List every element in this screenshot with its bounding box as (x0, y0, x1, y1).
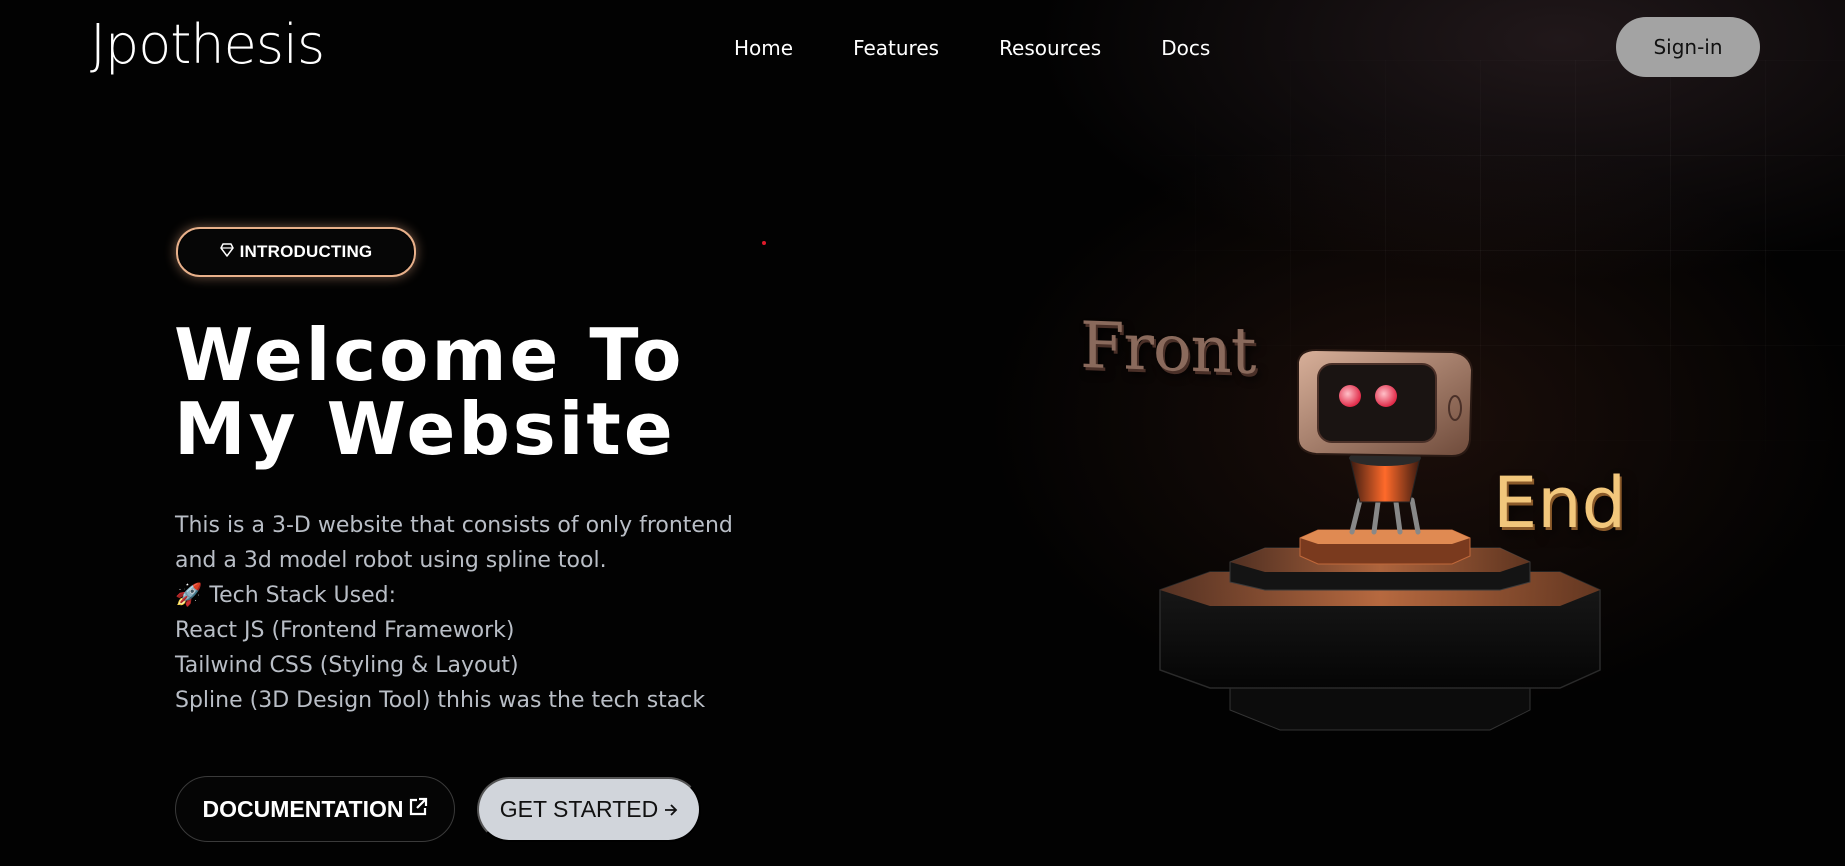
site-logo[interactable]: Jpothesis (90, 18, 325, 72)
page: Jpothesis Home Features Resources Docs S… (0, 0, 1845, 866)
robot-3d-scene[interactable]: Front End (1060, 290, 1680, 760)
documentation-label: DOCUMENTATION (202, 795, 404, 822)
sign-in-button[interactable]: Sign-in (1616, 17, 1760, 77)
documentation-button[interactable]: DOCUMENTATION (175, 776, 455, 842)
external-link-icon (408, 796, 428, 823)
end-3d-text: End (1493, 462, 1627, 544)
nav-docs[interactable]: Docs (1161, 36, 1210, 60)
arrow-right-icon (664, 796, 678, 823)
nav-features[interactable]: Features (853, 36, 939, 60)
get-started-button[interactable]: GET STARTED (477, 777, 701, 842)
main-nav: Home Features Resources Docs (734, 36, 1270, 60)
description-line: This is a 3-D website that consists of o… (175, 513, 733, 538)
hero-title: Welcome To My Website (174, 318, 684, 466)
description-line: Tailwind CSS (Styling & Layout) (175, 653, 519, 678)
nav-resources[interactable]: Resources (999, 36, 1101, 60)
nav-home[interactable]: Home (734, 36, 793, 60)
description-line: and a 3d model robot using spline tool. (175, 548, 607, 573)
diamond-icon (219, 243, 234, 261)
hero-title-line-1: Welcome To (174, 313, 685, 397)
hero-title-line-2: My Website (174, 387, 676, 471)
badge-label: INTRODUCTING (239, 242, 373, 261)
description-line: Spline (3D Design Tool) thhis was the te… (175, 688, 706, 713)
introducing-badge[interactable]: INTRODUCTING (176, 227, 416, 277)
get-started-label: GET STARTED (499, 796, 659, 822)
description-line: 🚀 Tech Stack Used: (175, 583, 397, 608)
hero-description: This is a 3-D website that consists of o… (175, 508, 775, 718)
description-line: React JS (Frontend Framework) (175, 618, 515, 643)
red-dot (762, 241, 766, 245)
